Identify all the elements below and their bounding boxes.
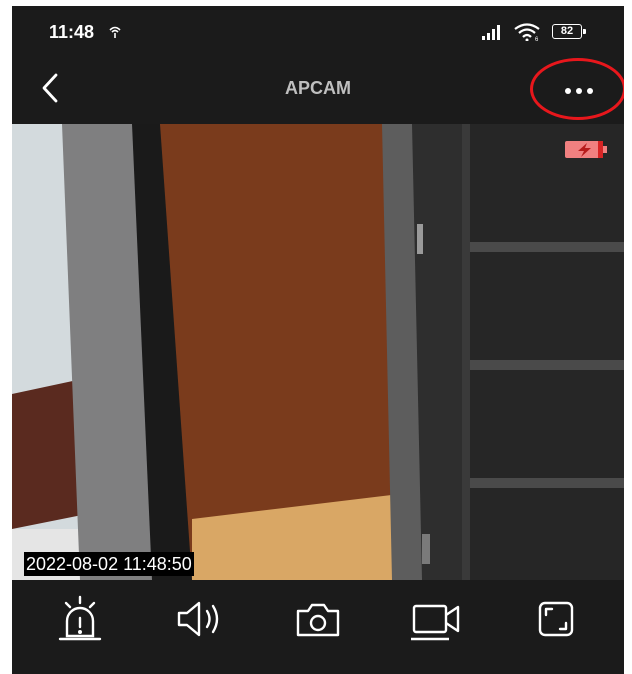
more-horizontal-icon <box>565 88 593 94</box>
alarm-button[interactable] <box>50 594 110 644</box>
hotspot-icon <box>109 26 121 38</box>
more-options-button[interactable] <box>559 82 599 100</box>
video-timestamp: 2022-08-02 11:48:50 <box>24 552 194 576</box>
fullscreen-button[interactable] <box>526 594 586 644</box>
battery-charging-icon <box>565 141 607 158</box>
signal-icon <box>482 25 500 40</box>
record-button[interactable] <box>407 594 467 644</box>
video-camera-icon <box>411 604 460 641</box>
speaker-icon <box>177 601 219 637</box>
camera-toolbar <box>12 580 624 674</box>
fullscreen-icon <box>538 601 574 637</box>
wifi-icon: 6 <box>514 23 540 41</box>
status-bar: 11:48 6 82 <box>12 6 624 56</box>
sound-button[interactable] <box>169 594 229 644</box>
app-header: APCAM <box>12 56 624 124</box>
svg-text:6: 6 <box>535 37 539 41</box>
snapshot-button[interactable] <box>288 594 348 644</box>
page-title: APCAM <box>285 78 351 98</box>
status-time: 11:48 <box>49 22 95 42</box>
phone-screen: 11:48 6 82 APCAM 2022-08-02 11:48:50 <box>12 6 624 674</box>
battery-level: 82 <box>560 25 574 37</box>
camera-video-feed[interactable]: 2022-08-02 11:48:50 <box>12 124 624 580</box>
camera-live-image <box>12 124 624 580</box>
battery-icon: 82 <box>552 24 586 39</box>
camera-icon <box>296 603 340 637</box>
siren-icon <box>58 595 102 641</box>
